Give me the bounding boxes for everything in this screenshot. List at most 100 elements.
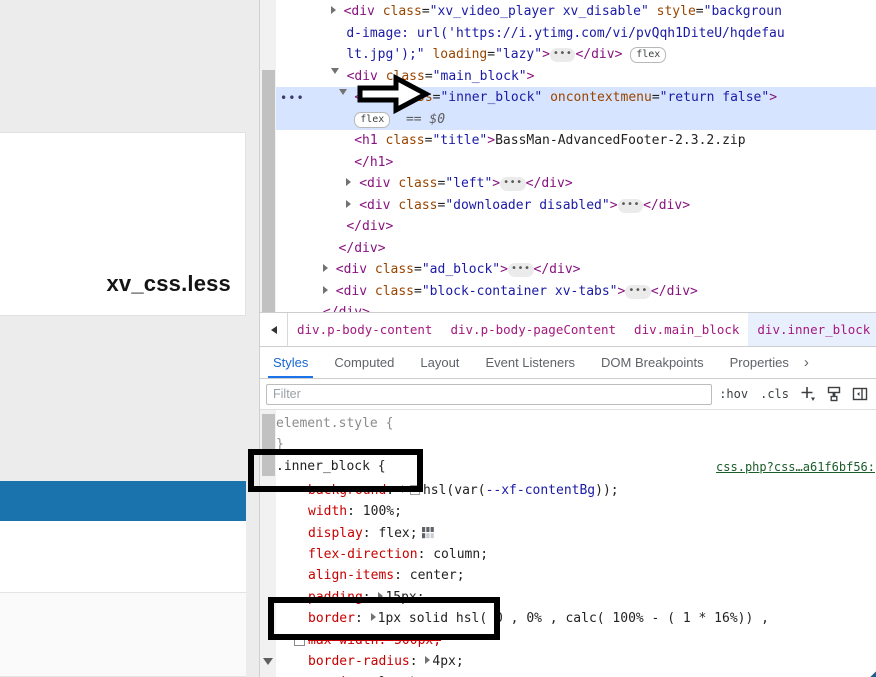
dom-tree-pane[interactable]: <div class="xv_video_player xv_disable" … bbox=[260, 0, 876, 312]
breadcrumb-back-button[interactable] bbox=[260, 313, 288, 346]
flex-badge[interactable]: flex bbox=[630, 47, 667, 63]
expand-children-ellipsis-icon[interactable]: ••• bbox=[500, 177, 526, 191]
dom-tree-line[interactable]: d-image: url('https://i.ytimg.com/vi/pvQ… bbox=[276, 23, 876, 45]
dom-tree-line[interactable]: </div> bbox=[276, 216, 876, 238]
breadcrumb-item-3[interactable]: div.main_block bbox=[625, 313, 748, 346]
dom-tree-line[interactable]: <div class="downloader disabled"> ••• </di… bbox=[276, 195, 876, 217]
declaration-value[interactable]: flex; bbox=[378, 526, 417, 541]
declaration-value[interactable]: 500px; bbox=[394, 633, 441, 648]
rule-selector[interactable]: .inner_block { bbox=[276, 459, 386, 474]
dom-tree-line[interactable]: </div> bbox=[276, 302, 876, 312]
force-element-state-button[interactable]: :hov bbox=[714, 387, 753, 401]
styles-scroll-down-arrow[interactable] bbox=[263, 658, 273, 665]
dom-tree-line[interactable]: flex == $0 bbox=[276, 108, 876, 130]
sidebar-tabs[interactable]: Styles Computed Layout Event Listeners DOM B… bbox=[260, 347, 876, 379]
tab-properties[interactable]: Properties bbox=[717, 347, 802, 378]
declaration-expand-icon[interactable] bbox=[425, 655, 431, 664]
element-style-selector-line[interactable]: element.style { bbox=[276, 413, 876, 434]
computed-style-sidebar-button[interactable] bbox=[822, 383, 846, 405]
element-classes-button[interactable]: .cls bbox=[755, 387, 794, 401]
dom-tree-line[interactable]: <div class="main_block"> bbox=[276, 66, 876, 88]
tab-dom-breakpoints[interactable]: DOM Breakpoints bbox=[588, 347, 717, 378]
tabs-overflow-button[interactable]: › bbox=[802, 347, 815, 378]
declaration-name[interactable]: padding bbox=[308, 590, 363, 605]
declaration-row[interactable]: display: flex; bbox=[276, 523, 876, 544]
breadcrumb-item-2[interactable]: div.p-body-pageContent bbox=[441, 313, 625, 346]
declaration-expand-icon[interactable] bbox=[370, 613, 376, 622]
declaration-row[interactable]: padding: 15px; bbox=[276, 587, 876, 608]
declaration-name[interactable]: border bbox=[308, 611, 355, 626]
declaration-value[interactable]: 15px; bbox=[385, 590, 424, 605]
declaration-row[interactable]: background: hsl(var(--xf-contentBg)); bbox=[276, 480, 876, 501]
flex-badge[interactable]: flex bbox=[354, 111, 391, 128]
breadcrumb-item-4[interactable]: div.inner_block bbox=[748, 313, 876, 346]
dom-tree-scrollbar-thumb[interactable] bbox=[262, 70, 275, 312]
declaration-name[interactable]: display bbox=[308, 526, 363, 541]
expand-children-ellipsis-icon[interactable]: ••• bbox=[507, 263, 534, 277]
dom-tree-line[interactable]: ••• <div class="inner_block" oncontextme… bbox=[276, 87, 876, 109]
styles-rules[interactable]: element.style {} .inner_block { css.php?cs… bbox=[276, 410, 876, 677]
declaration-value[interactable]: 4px; bbox=[432, 654, 463, 669]
breadcrumb[interactable]: adiv.p-body-contentdiv.p-body-pageConten… bbox=[260, 312, 876, 347]
toggle-sidebar-button[interactable] bbox=[848, 383, 872, 405]
styles-scrollbar-thumb[interactable] bbox=[262, 414, 275, 476]
declaration-name[interactable]: width bbox=[308, 504, 347, 519]
declaration-row[interactable]: width: 100%; bbox=[276, 501, 876, 522]
styles-filter-toolbar[interactable]: :hov .cls bbox=[260, 379, 876, 410]
tab-event-listeners[interactable]: Event Listeners bbox=[472, 347, 588, 378]
declaration-row[interactable]: border-radius: 4px; bbox=[276, 651, 876, 672]
dom-token-plain bbox=[390, 112, 406, 127]
declaration-expand-icon[interactable] bbox=[401, 484, 407, 493]
declaration-row[interactable]: max-width: 500px; bbox=[276, 630, 876, 651]
tab-layout[interactable]: Layout bbox=[407, 347, 472, 378]
dom-tree-line[interactable]: <div class="left"> ••• </div> bbox=[276, 173, 876, 195]
breadcrumb-item-1[interactable]: div.p-body-content bbox=[288, 313, 441, 346]
declaration-row[interactable]: align-items: center; bbox=[276, 565, 876, 586]
dom-tree-line[interactable]: <div class="xv_video_player xv_disable" … bbox=[276, 1, 876, 23]
twisty-expanded-icon[interactable] bbox=[330, 67, 339, 78]
declaration-name[interactable]: align-items bbox=[308, 568, 394, 583]
declaration-toggle-checkbox[interactable] bbox=[294, 634, 305, 646]
declaration-value[interactable]: column; bbox=[433, 547, 488, 562]
dom-tree-line[interactable]: </div> bbox=[276, 238, 876, 260]
declaration-expand-icon[interactable] bbox=[378, 591, 384, 600]
rule-selector-line[interactable]: .inner_block { css.php?css…a61f6bf56: bbox=[276, 456, 876, 480]
declaration-row[interactable]: margin: 0 auto; bbox=[276, 672, 876, 677]
twisty-expanded-icon[interactable] bbox=[338, 89, 347, 99]
dom-tree-line[interactable]: <div class="ad_block"> ••• </div> bbox=[276, 259, 876, 281]
rule-source-link[interactable]: css.php?css…a61f6bf56: bbox=[716, 457, 875, 478]
declaration-row[interactable]: flex-direction: column; bbox=[276, 544, 876, 565]
element-style-close-line[interactable]: } bbox=[276, 434, 876, 455]
declaration-value[interactable]: 1px solid hsl( 0 , 0% , calc( 100% - ( 1… bbox=[378, 611, 777, 626]
dom-tree-line[interactable]: lt.jpg');" loading="lazy"> ••• </div> flex bbox=[276, 44, 876, 66]
styles-scrollbar-track[interactable] bbox=[260, 410, 276, 677]
declaration-name[interactable]: flex-direction bbox=[308, 547, 418, 562]
dom-tree-line[interactable]: <div class="block-container xv-tabs"> •••… bbox=[276, 281, 876, 303]
flexbox-editor-icon[interactable] bbox=[421, 525, 435, 538]
declaration-value[interactable]: 100%; bbox=[363, 504, 402, 519]
declaration-value[interactable]: center; bbox=[410, 568, 465, 583]
expand-children-ellipsis-icon[interactable]: ••• bbox=[625, 284, 651, 299]
dom-tree-code[interactable]: <div class="xv_video_player xv_disable" … bbox=[276, 0, 876, 312]
expand-children-ellipsis-icon[interactable]: ••• bbox=[617, 198, 644, 213]
declaration-name[interactable]: border-radius bbox=[308, 654, 410, 669]
dom-tree-line[interactable]: <h1 class="title">BassMan-AdvancedFooter… bbox=[276, 130, 876, 152]
tab-styles[interactable]: Styles bbox=[260, 347, 321, 378]
dom-tree-line[interactable]: </h1> bbox=[276, 152, 876, 174]
styles-pane[interactable]: element.style {} .inner_block { css.php?cs… bbox=[260, 410, 876, 677]
declaration-name[interactable]: max-width bbox=[308, 633, 378, 648]
expand-children-ellipsis-icon[interactable]: ••• bbox=[549, 48, 576, 62]
dom-token-attrval: "ad_block" bbox=[421, 262, 501, 277]
new-style-rule-button[interactable] bbox=[796, 383, 820, 405]
css-variable-token[interactable]: --xf-contentBg bbox=[486, 483, 596, 498]
declaration-name[interactable]: background bbox=[308, 483, 386, 498]
color-swatch-icon[interactable] bbox=[409, 484, 420, 495]
dom-tree-scrollbar-track[interactable] bbox=[260, 0, 276, 312]
declaration-row[interactable]: border: 1px solid hsl( 0 , 0% , calc( 10… bbox=[276, 608, 876, 629]
tab-computed[interactable]: Computed bbox=[321, 347, 407, 378]
declaration-value-tail[interactable]: )); bbox=[595, 483, 618, 498]
declaration-value[interactable]: hsl(var( bbox=[423, 483, 486, 498]
styles-filter-input[interactable] bbox=[266, 383, 713, 405]
dom-token-attrname: class bbox=[374, 262, 415, 277]
